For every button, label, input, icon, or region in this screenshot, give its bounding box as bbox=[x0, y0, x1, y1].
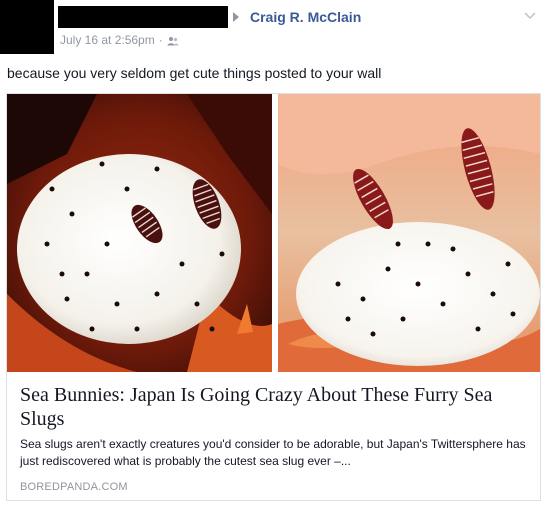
chevron-down-icon[interactable] bbox=[523, 8, 537, 20]
friends-icon[interactable] bbox=[167, 35, 179, 46]
author-name-link[interactable]: Craig R. McClain bbox=[250, 9, 361, 25]
redacted-name bbox=[58, 6, 228, 28]
link-preview-card[interactable]: Sea Bunnies: Japan Is Going Crazy About … bbox=[6, 93, 541, 501]
arrow-right-icon bbox=[233, 12, 239, 22]
sea-bunny-photo-left[interactable] bbox=[7, 94, 272, 372]
post-text: because you very seldom get cute things … bbox=[7, 65, 382, 81]
link-description: Sea slugs aren't exactly creatures you'd… bbox=[20, 437, 526, 468]
meta-separator: · bbox=[158, 33, 163, 47]
post-meta: July 16 at 2:56pm · bbox=[60, 33, 179, 47]
sea-bunny-photo-right[interactable] bbox=[278, 94, 540, 372]
link-title[interactable]: Sea Bunnies: Japan Is Going Crazy About … bbox=[20, 383, 530, 431]
post-timestamp[interactable]: July 16 at 2:56pm bbox=[60, 33, 155, 47]
link-domain: BOREDPANDA.COM bbox=[20, 481, 128, 493]
link-preview-images[interactable] bbox=[7, 94, 540, 372]
profile-avatar[interactable] bbox=[0, 0, 54, 54]
